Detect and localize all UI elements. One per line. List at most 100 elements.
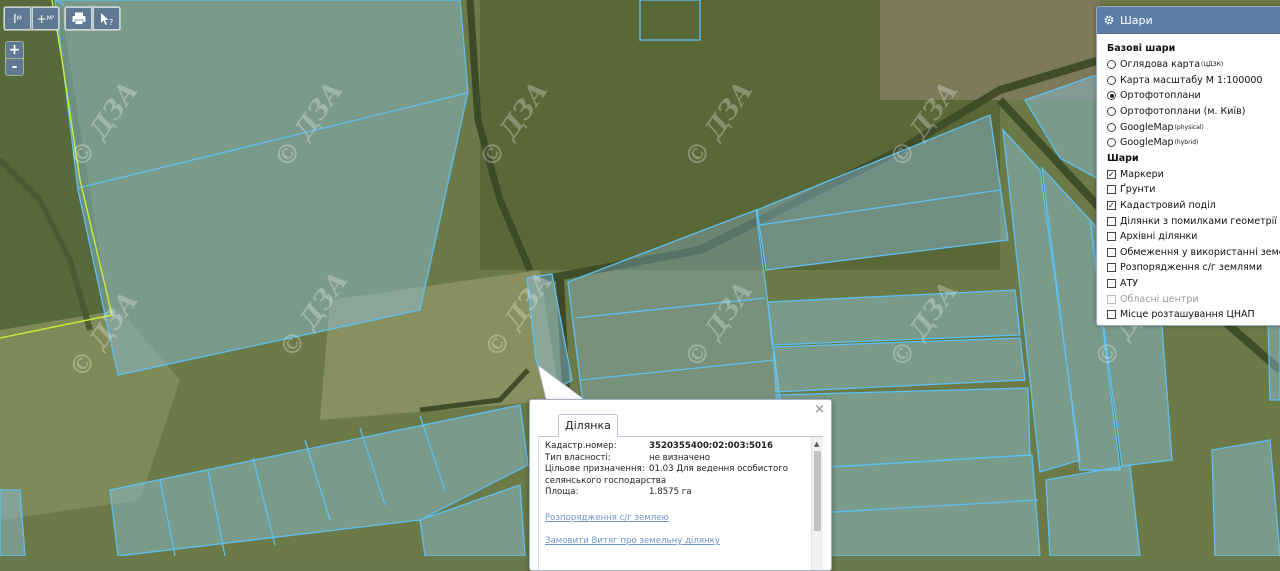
field-value-continuation: селянського господарства	[545, 475, 667, 486]
field-label: Кадастр.номер:	[545, 441, 617, 451]
checkbox	[1107, 294, 1116, 304]
base-layer-option[interactable]: Ортофотоплани (м. Київ)	[1107, 104, 1277, 120]
radio-button[interactable]	[1107, 138, 1116, 148]
area-icon: +	[36, 11, 47, 26]
overlay-layer-label: Ділянки з помилками геометрії	[1120, 215, 1277, 227]
overlay-layer-option[interactable]: АТУ	[1107, 276, 1277, 292]
base-layer-option[interactable]: Оглядова карта (ЦДЗК)	[1107, 57, 1277, 73]
overlay-layer-option[interactable]: Архівні ділянки	[1107, 229, 1277, 245]
measure-tools: IM + M²	[3, 6, 60, 31]
layers-title: Шари	[1120, 13, 1153, 27]
parcel-field: Цільове призначення: 01.03 Для ведення ос…	[545, 464, 807, 476]
layers-panel-header[interactable]: Шари	[1097, 7, 1280, 34]
print-button[interactable]	[65, 7, 92, 30]
overlay-layer-option[interactable]: Місце розташування ЦНАП	[1107, 307, 1277, 323]
base-layer-note: (ЦДЗК)	[1201, 61, 1224, 69]
measure-area-button[interactable]: + M²	[32, 7, 59, 30]
zoom-out-button[interactable]: -	[6, 59, 23, 75]
base-layer-option[interactable]: GoogleMap (hybrid)	[1107, 135, 1277, 151]
scrollbar-thumb[interactable]	[814, 451, 821, 531]
printer-icon	[72, 12, 85, 25]
radio-button[interactable]	[1107, 91, 1116, 101]
radio-button[interactable]	[1107, 122, 1116, 132]
measure-distance-button[interactable]: IM	[4, 7, 31, 30]
overlay-layer-option[interactable]: Обмеження у використанні земель	[1107, 245, 1280, 261]
radio-button[interactable]	[1107, 60, 1116, 70]
overlay-layer-label: Місце розташування ЦНАП	[1120, 309, 1255, 321]
overlay-layer-label: Маркери	[1120, 168, 1164, 180]
checkbox[interactable]	[1107, 247, 1116, 257]
gear-icon	[1104, 15, 1114, 25]
checkbox[interactable]	[1107, 310, 1116, 320]
overlay-layer-label: АТУ	[1120, 278, 1139, 290]
radio-button[interactable]	[1107, 75, 1116, 85]
parcel	[639, 0, 701, 41]
field-value: 01.03 Для ведення особистого	[649, 464, 789, 474]
radio-button[interactable]	[1107, 107, 1116, 117]
print-tools: ?	[64, 6, 121, 31]
checkbox[interactable]	[1107, 185, 1116, 195]
overlay-layers-heading: Шари	[1107, 152, 1139, 164]
overlay-layer-label: Ґрунти	[1120, 184, 1156, 196]
overlay-layer-label: Обмеження у використанні земель	[1120, 246, 1280, 258]
base-layer-label: Оглядова карта	[1120, 59, 1201, 71]
cursor-question-icon: ?	[100, 12, 113, 26]
zoom-control: + -	[5, 41, 24, 76]
checkbox[interactable]	[1107, 201, 1116, 211]
parcel-field: Кадастр.номер: 3520355400:02:003:5016	[545, 441, 807, 453]
base-layer-label: GoogleMap	[1120, 137, 1174, 149]
base-layer-option[interactable]: GoogleMap (physical)	[1107, 119, 1277, 135]
parcel-field: Площа: 1.8575 га	[545, 487, 807, 499]
popup-scrollbar[interactable]: ▲	[811, 437, 823, 570]
overlay-layer-option: Обласні центри	[1107, 291, 1277, 307]
order-extract-link[interactable]: Замовити Витяг про земельну ділянку	[545, 536, 720, 546]
base-layer-label: Ортофотоплани (м. Київ)	[1120, 106, 1246, 118]
popup-content: Кадастр.номер: 3520355400:02:003:5016 Тип …	[538, 437, 823, 570]
measure-unit: M	[16, 15, 22, 22]
identify-button[interactable]: ?	[93, 7, 120, 30]
field-label: Цільове призначення:	[545, 464, 645, 474]
overlay-layers-list: Маркери Ґрунти Кадастровий поділ Ділянки з …	[1107, 167, 1280, 323]
scroll-up-icon[interactable]: ▲	[814, 440, 819, 448]
overlay-layer-label: Розпорядження с/г землями	[1120, 262, 1263, 274]
field-value: 1.8575 га	[649, 487, 692, 497]
overlay-layer-option[interactable]: Маркери	[1107, 167, 1277, 183]
map-toolbar: IM + M² ?	[3, 6, 121, 31]
overlay-layer-option[interactable]: Кадастровий поділ	[1107, 198, 1277, 214]
base-layer-note: (hybrid)	[1174, 139, 1199, 147]
base-layer-option[interactable]: Карта масштабу М 1:100000	[1107, 73, 1277, 89]
checkbox[interactable]	[1107, 169, 1116, 179]
overlay-layer-label: Архівні ділянки	[1120, 231, 1198, 243]
field-label: Площа:	[545, 487, 579, 497]
field-value: 3520355400:02:003:5016	[649, 441, 773, 451]
base-layer-label: Карта масштабу М 1:100000	[1120, 74, 1263, 86]
svg-text:?: ?	[109, 18, 113, 26]
base-layer-label: Ортофотоплани	[1120, 90, 1201, 102]
checkbox[interactable]	[1107, 232, 1116, 242]
checkbox[interactable]	[1107, 263, 1116, 273]
checkbox[interactable]	[1107, 216, 1116, 226]
checkbox[interactable]	[1107, 279, 1116, 289]
land-disposal-link[interactable]: Розпорядження с/г землею	[545, 513, 669, 523]
field-value: не визначено	[649, 452, 710, 463]
zoom-in-button[interactable]: +	[6, 42, 23, 58]
base-layer-note: (physical)	[1174, 123, 1204, 131]
overlay-layer-option[interactable]: Ґрунти	[1107, 182, 1277, 198]
base-layer-option[interactable]: Ортофотоплани	[1107, 88, 1277, 104]
overlay-layer-option[interactable]: Розпорядження с/г землями	[1107, 260, 1277, 276]
parcel	[1267, 319, 1280, 401]
layers-panel: Шари Базові шари Оглядова карта (ЦДЗК) Кар…	[1096, 6, 1280, 326]
base-layer-label: GoogleMap	[1120, 121, 1174, 133]
parcel-field: Тип власності: не визначено	[545, 453, 807, 465]
parcel-info-popup: × Ділянка Кадастр.номер: 3520355400:02:00…	[529, 399, 832, 571]
parcel-details: Кадастр.номер: 3520355400:02:003:5016 Тип …	[545, 441, 807, 499]
overlay-layer-label: Обласні центри	[1120, 293, 1199, 305]
base-layers-list: Оглядова карта (ЦДЗК) Карта масштабу М 1:1…	[1107, 57, 1277, 151]
base-layers-heading: Базові шари	[1107, 43, 1176, 54]
overlay-layer-option[interactable]: Ділянки з помилками геометрії	[1107, 213, 1277, 229]
tab-parcel[interactable]: Ділянка	[558, 414, 618, 438]
parcel	[1211, 439, 1280, 556]
parcel	[1045, 464, 1141, 556]
field-label: Тип власності:	[545, 452, 611, 463]
popup-tabs: Ділянка	[538, 410, 823, 438]
